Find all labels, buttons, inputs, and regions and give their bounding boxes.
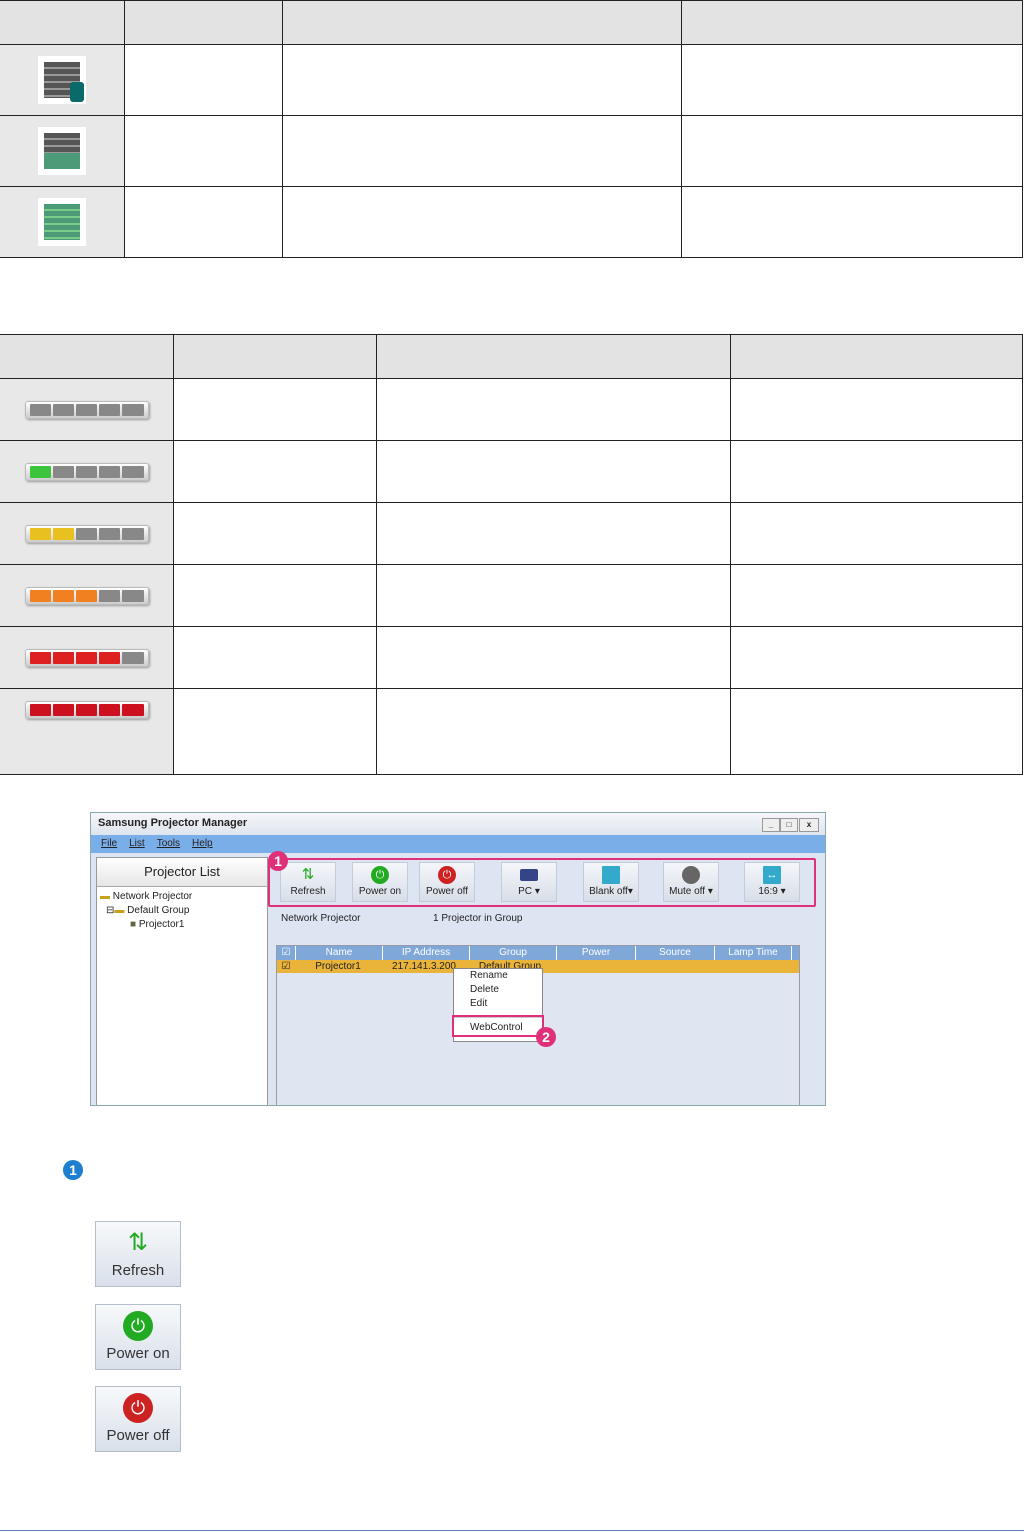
table-row — [0, 626, 1023, 689]
footer-rule — [0, 1530, 1024, 1531]
lamp-segment — [99, 589, 121, 602]
vga-icon — [520, 869, 538, 881]
power-off-button[interactable]: ⏻ Power off — [419, 862, 475, 902]
lamp-segment — [29, 589, 51, 602]
folder-icon: ▬ — [114, 905, 128, 916]
menu-tools[interactable]: Tools — [157, 838, 180, 850]
lamp-segment — [122, 465, 144, 478]
lamp-segment — [29, 527, 51, 540]
projector-list-panel: Projector List ▬ Network Projector ⊟▬ De… — [96, 857, 268, 1105]
maximize-button[interactable]: □ — [780, 818, 798, 832]
callout-2: 2 — [536, 1027, 556, 1047]
lamp-segment — [99, 651, 121, 664]
lamp-segment — [75, 465, 98, 478]
mute-dropdown[interactable]: Mute off ▾ — [663, 862, 719, 902]
lamp-segment — [122, 589, 144, 602]
lamp-segment — [99, 704, 121, 716]
lamp-segment — [52, 589, 74, 602]
lamp-level-icon — [24, 586, 149, 605]
callout-1: 1 — [268, 851, 288, 871]
lamp-segment — [99, 465, 121, 478]
power-icon: ⏻ — [438, 866, 456, 884]
lamp-level-icon — [24, 400, 149, 419]
lamp-segment — [75, 704, 98, 716]
menu-edit[interactable]: Edit — [454, 997, 542, 1011]
panel-title: Projector List — [97, 858, 267, 887]
group-label: Network Projector — [281, 913, 361, 924]
aspect-dropdown[interactable]: ↔ 16:9 ▾ — [744, 862, 800, 902]
select-all-checkbox[interactable]: ☑ — [277, 946, 296, 960]
lamp-segment — [122, 403, 144, 416]
minimize-button[interactable]: _ — [762, 818, 780, 832]
refresh-button[interactable]: ⇅ Refresh — [280, 862, 336, 902]
lamp-segment — [52, 465, 74, 478]
close-button[interactable]: x — [799, 818, 819, 832]
folder-icon: ▬ — [100, 891, 113, 902]
callout-1-legend: 1 — [63, 1160, 83, 1180]
menu-list[interactable]: List — [129, 838, 145, 850]
lamp-segment — [52, 651, 74, 664]
lamp-segment — [122, 527, 144, 540]
lamp-status-table — [0, 334, 1023, 775]
lamp-level-icon — [24, 462, 149, 481]
row-checkbox[interactable]: ☑ — [277, 960, 295, 973]
lamp-level-icon — [24, 524, 149, 543]
menu-delete[interactable]: Delete — [454, 983, 542, 997]
power-on-button-large: ⏻ Power on — [95, 1304, 181, 1370]
lamp-segment — [75, 403, 98, 416]
refresh-button-large: ⇅ Refresh — [95, 1221, 181, 1287]
lamp-segment — [52, 704, 74, 716]
status-icon-table — [0, 0, 1023, 258]
menu-help[interactable]: Help — [192, 838, 213, 850]
lamp-segment — [29, 651, 51, 664]
lamp-segment — [75, 527, 98, 540]
power-icon: ⏻ — [123, 1311, 153, 1341]
aspect-icon: ↔ — [763, 866, 781, 884]
power-icon: ⏻ — [123, 1393, 153, 1423]
table-row — [0, 502, 1023, 565]
lamp-segment — [99, 527, 121, 540]
list-partial-network-icon — [38, 127, 86, 175]
table-row — [0, 440, 1023, 503]
lamp-segment — [122, 651, 144, 664]
table-row — [0, 564, 1023, 627]
group-count: 1 Projector in Group — [433, 913, 523, 924]
lamp-level-icon — [24, 648, 149, 667]
app-window: Samsung Projector Manager _ □ x File Lis… — [90, 812, 826, 1106]
refresh-icon: ⇅ — [127, 1229, 149, 1256]
power-on-button[interactable]: ⏻ Power on — [352, 862, 408, 902]
power-icon: ⏻ — [371, 866, 389, 884]
list-loading-icon — [38, 56, 86, 104]
context-menu: Rename Delete Edit WebControl — [452, 968, 544, 1042]
lamp-segment — [99, 403, 121, 416]
lamp-segment — [52, 403, 74, 416]
tree-item-projector1[interactable]: ■ Projector1 — [100, 918, 264, 932]
table-row — [0, 688, 1023, 775]
tree-item-network-projector[interactable]: ▬ Network Projector — [100, 890, 264, 904]
lamp-segment — [122, 704, 144, 716]
projector-icon: ■ — [130, 919, 139, 930]
lamp-segment — [75, 651, 98, 664]
window-title: Samsung Projector Manager — [98, 817, 248, 829]
table-row — [0, 378, 1023, 441]
source-dropdown[interactable]: PC ▾ — [501, 862, 557, 902]
lamp-segment — [29, 465, 51, 478]
monitor-icon — [602, 866, 620, 884]
menu-file[interactable]: File — [101, 838, 117, 850]
lamp-segment — [29, 403, 51, 416]
blank-dropdown[interactable]: Blank off▾ — [583, 862, 639, 902]
lamp-segment — [52, 527, 74, 540]
power-off-button-large: ⏻ Power off — [95, 1386, 181, 1452]
refresh-icon: ⇅ — [301, 866, 315, 883]
lamp-level-icon — [24, 701, 149, 719]
menu-webcontrol[interactable]: WebControl — [452, 1015, 544, 1037]
lamp-segment — [29, 704, 51, 716]
menu-rename[interactable]: Rename — [454, 969, 542, 983]
list-full-network-icon — [38, 198, 86, 246]
lamp-segment — [75, 589, 98, 602]
speaker-icon — [682, 866, 700, 884]
toolbar: ⇅ Refresh ⏻ Power on ⏻ Power off PC ▾ Blank… — [268, 858, 816, 907]
tree-item-default-group[interactable]: ⊟▬ Default Group — [100, 904, 264, 918]
